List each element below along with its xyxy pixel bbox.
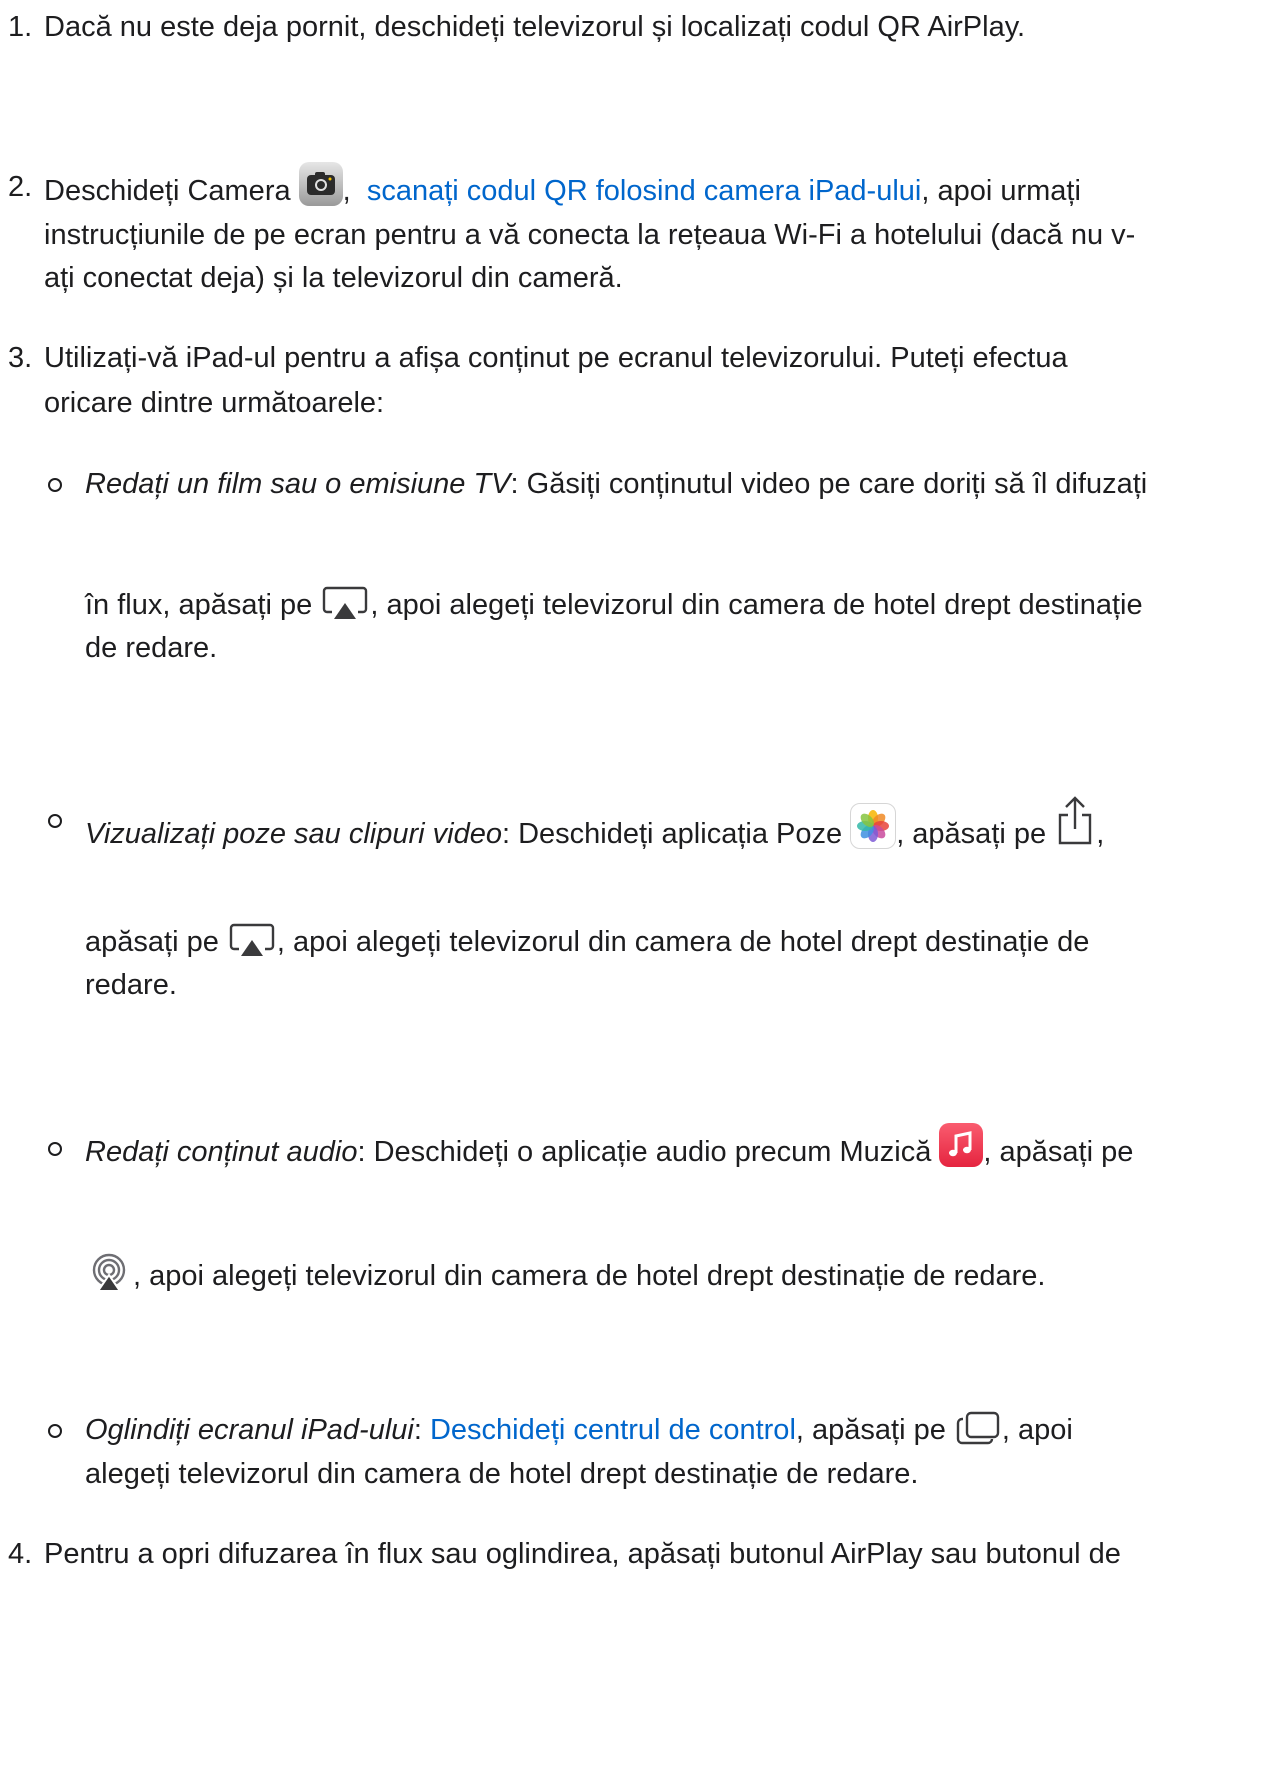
music-app-icon [939,1123,984,1167]
option-view-photos-line-2: apăsați pe , apoi alegeți televizorul di… [85,917,1089,975]
step-text: Utilizați-vă iPad-ul pentru a afișa conț… [44,342,1068,374]
option-title: Redați conținut audio [85,1136,358,1168]
airplay-audio-icon [87,1253,131,1309]
share-icon [1056,795,1094,863]
step-number: 3. [8,342,33,374]
open-control-center-link[interactable]: Deschideți centrul de control [430,1414,796,1446]
option-text: , [1096,818,1105,850]
step-3-line-2: oricare dintre următoarele: [44,387,385,419]
option-text: : Găsiți conținutul video pe care doriți… [510,468,1148,500]
option-title: Vizualizați poze sau clipuri video [85,818,502,850]
airplay-video-icon [229,923,275,975]
step-line: Deschideți Camera , scanați codul QR fol… [44,162,1081,216]
option-text: : Deschideți aplicația Poze [501,818,843,850]
bullet [48,478,62,492]
bullet [48,1142,62,1156]
screen-mirroring-icon [956,1411,1000,1463]
option-play-audio-line-2: , apoi alegeți televizorul din camera de… [85,1251,1045,1309]
option-text: : Deschideți o aplicație audio precum Mu… [357,1136,932,1168]
instructions-page: 1. Dacă nu este deja pornit, deschideți … [0,0,1278,1780]
step-text: Deschideți Camera [44,175,291,207]
bullet [48,814,62,828]
option-text: , apoi alegeți televizorul din camera de… [370,589,1143,621]
option-text: , apăsați pe [983,1136,1134,1168]
airplay-video-icon [322,586,368,638]
option-text: apăsați pe [85,926,219,958]
step-number: 4. [8,1538,33,1570]
photos-app-icon [850,803,897,849]
option-mirror-screen-line-2: alegeți televizorul din camera de hotel … [85,1458,919,1490]
bullet [48,1424,62,1438]
step-text: Dacă nu este deja pornit, deschideți tel… [44,11,1026,43]
option-title: Oglindiți ecranul iPad-ului [85,1414,414,1446]
option-text: , apoi alegeți televizorul din camera de… [133,1260,1046,1292]
step-text: Pentru a opri difuzarea în flux sau ogli… [44,1538,1121,1570]
option-text: în flux, apăsați pe [85,589,313,621]
option-text: : [413,1414,422,1446]
option-text: , apăsați pe [795,1414,946,1446]
scan-qr-link[interactable]: scanați codul QR folosind camera iPad-ul… [367,175,922,207]
option-text: , apoi [1001,1414,1073,1446]
option-text: , apoi alegeți televizorul din camera de… [276,926,1090,958]
camera-app-icon [298,162,343,206]
option-play-video-line-3: de redare. [85,632,218,664]
step-text: , apoi urmați [921,175,1081,207]
option-text: , apăsați pe [896,818,1047,850]
option-play-video-line-2: în flux, apăsați pe , apoi alegeți telev… [85,580,1143,638]
option-title: Redați un film sau o emisiune TV [85,468,511,500]
option-line: Redați conținut audio: Deschideți o apli… [85,1123,1133,1177]
step-number: 1. [8,11,33,43]
step-number: 2. [8,171,33,203]
option-line: Vizualizați poze sau clipuri video: Desc… [85,795,1104,863]
step-2-line-3: ați conectat deja) și la televizorul din… [44,262,623,294]
option-line: Redați un film sau o emisiune TV: Găsiți… [85,459,1147,509]
option-view-photos-line-3: redare. [85,969,177,1001]
